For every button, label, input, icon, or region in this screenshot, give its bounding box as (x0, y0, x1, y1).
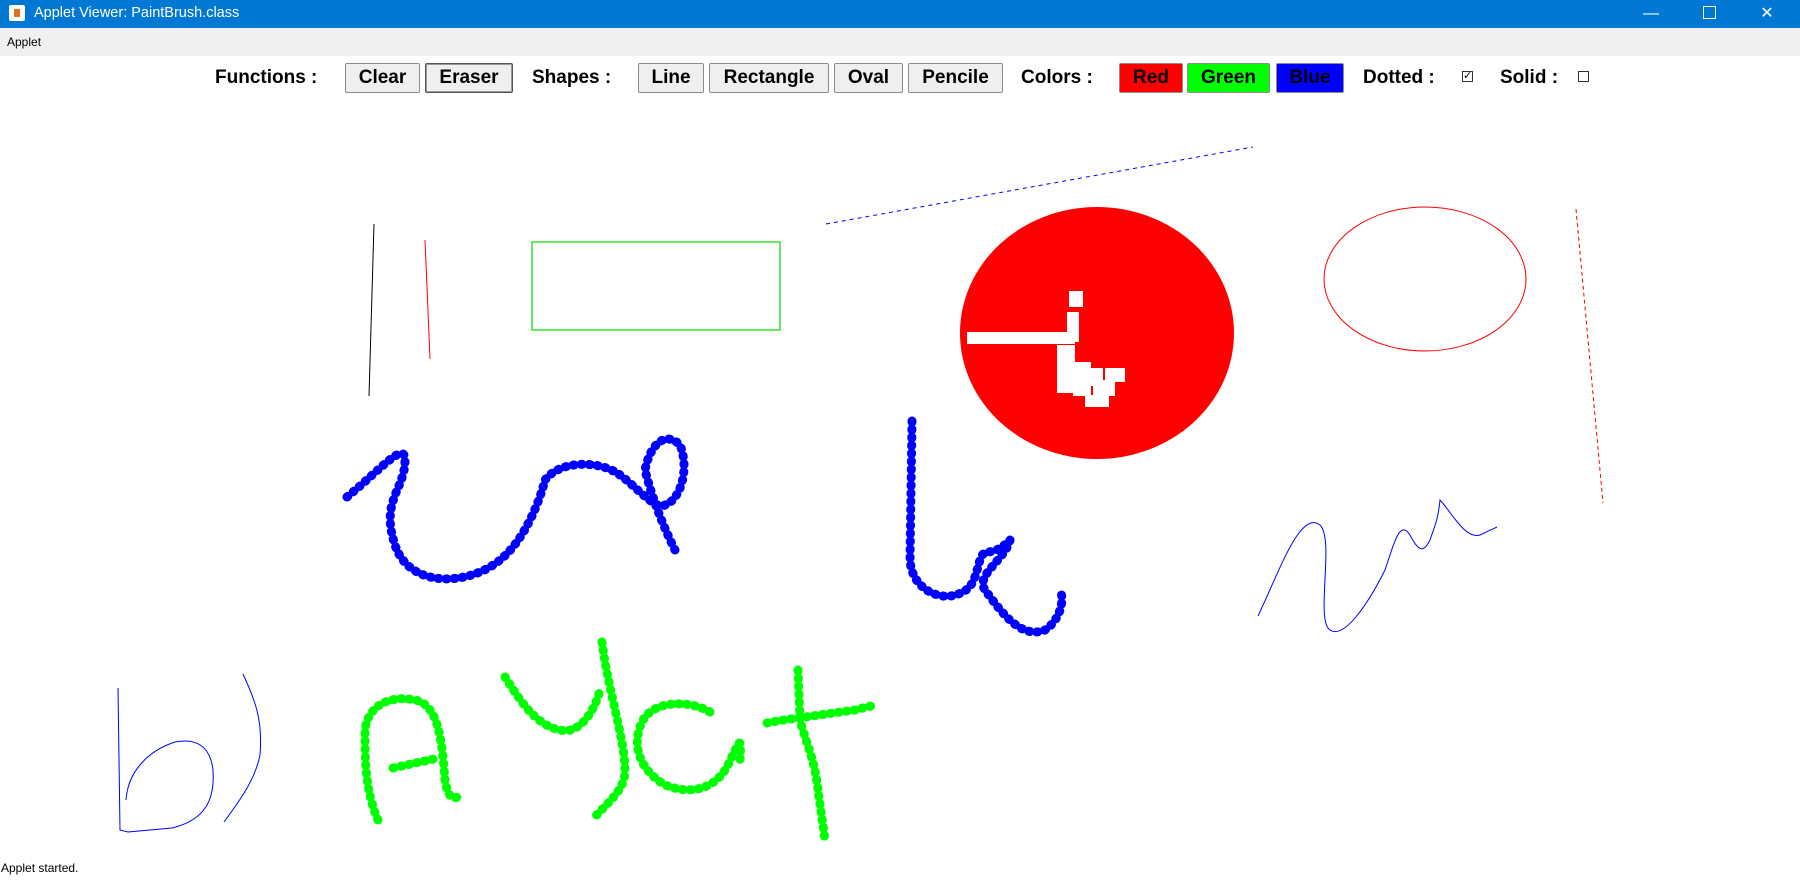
minimize-button[interactable]: — (1622, 0, 1680, 28)
green-dotted-letter-r (762, 665, 880, 845)
blue-color-button[interactable]: Blue (1276, 63, 1344, 93)
dotted-checkbox[interactable]: ✓ (1462, 71, 1473, 82)
close-button[interactable]: ✕ (1738, 0, 1796, 28)
title-bar: Applet Viewer: PaintBrush.class — ✕ (0, 0, 1800, 28)
green-rectangle-shape (531, 241, 781, 331)
solid-checkbox[interactable] (1578, 71, 1589, 82)
green-dotted-letter-a-lower (632, 699, 745, 795)
drawing-canvas[interactable] (0, 100, 1800, 860)
maximize-icon (1702, 5, 1716, 19)
dotted-label: Dotted : (1363, 67, 1435, 88)
eraser-button[interactable]: Eraser (425, 63, 513, 93)
blue-dotted-line (825, 146, 1254, 225)
menu-bar: Applet (0, 28, 1800, 56)
java-icon (9, 5, 25, 21)
clear-button[interactable]: Clear (345, 63, 420, 93)
rectangle-button[interactable]: Rectangle (709, 63, 829, 93)
blue-dotted-scribble-2 (905, 416, 1067, 637)
maximize-button[interactable] (1680, 0, 1738, 28)
black-line-stroke (368, 223, 375, 397)
red-outline-oval (1323, 206, 1527, 352)
functions-label: Functions : (215, 67, 318, 88)
oval-button[interactable]: Oval (834, 63, 903, 93)
solid-label: Solid : (1500, 67, 1559, 88)
red-line-stroke (424, 239, 431, 360)
window-title: Applet Viewer: PaintBrush.class (34, 5, 240, 21)
colors-label: Colors : (1021, 67, 1093, 88)
red-dotted-line (1575, 208, 1604, 504)
line-button[interactable]: Line (638, 63, 704, 93)
green-color-button[interactable]: Green (1187, 63, 1270, 93)
pencil-button[interactable]: Pencile (908, 63, 1003, 93)
blue-dotted-scribble-1 (342, 434, 689, 584)
blue-thin-scribble-left (117, 673, 262, 833)
status-bar: Applet started. (1, 861, 79, 875)
menu-applet[interactable]: Applet (7, 35, 41, 49)
red-color-button[interactable]: Red (1119, 63, 1183, 93)
blue-thin-scribble-right (1257, 498, 1498, 633)
green-dotted-letter-a (360, 694, 463, 825)
shapes-label: Shapes : (532, 67, 612, 88)
green-dotted-letter-y (500, 637, 630, 825)
